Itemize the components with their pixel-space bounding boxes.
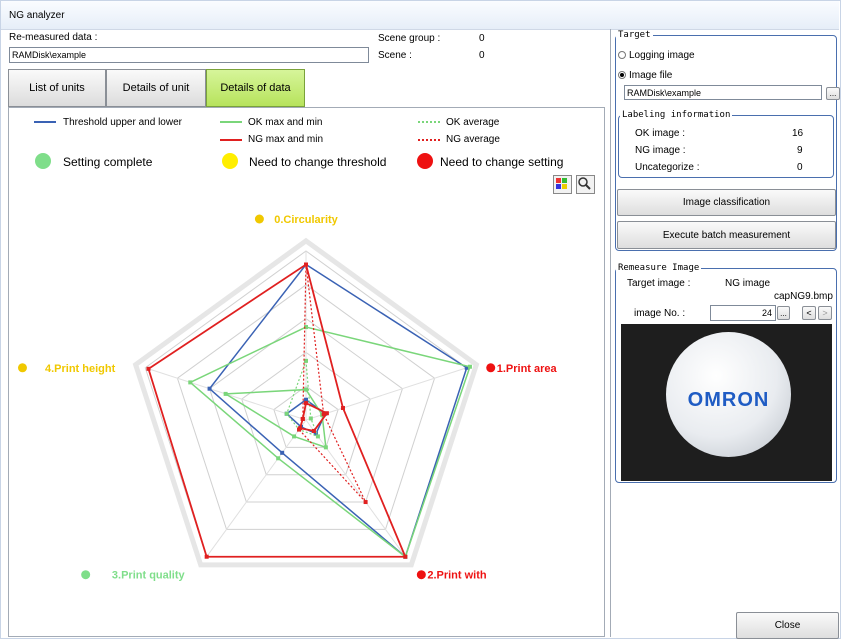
- target-image-label: Target image :: [627, 278, 691, 289]
- scene-value: 0: [479, 50, 485, 61]
- radar-axis-status-dot: [486, 363, 496, 373]
- radar-point-ng-average: [321, 412, 326, 417]
- radar-point-ok-average: [308, 416, 313, 421]
- remeasured-data-label: Re-measured data :: [9, 32, 98, 43]
- radar-point-ok-max-min: [292, 434, 297, 439]
- radar-axis-label: 0.Circularity: [274, 214, 338, 226]
- legend-threshold-label: Threshold upper and lower: [63, 117, 182, 128]
- radar-axis-label: 1.Print area: [497, 363, 558, 375]
- legend-ng-average-label: NG average: [446, 134, 500, 145]
- target-image-value: NG image: [725, 278, 771, 289]
- tab-details-of-unit[interactable]: Details of unit: [106, 69, 206, 107]
- image-no-field[interactable]: 24: [710, 305, 776, 321]
- image-file-label: Image file: [629, 70, 673, 81]
- radar-point-ok-average: [315, 434, 320, 439]
- radar-point-ok-max-min: [467, 364, 472, 369]
- radar-point-ok-max-min: [276, 456, 281, 461]
- image-file-name: capNG9.bmp: [774, 291, 833, 302]
- image-classification-button[interactable]: Image classification: [617, 189, 836, 216]
- radar-spoke: [206, 419, 307, 558]
- legend-ng-average-swatch: [418, 139, 440, 141]
- close-button[interactable]: Close: [736, 612, 839, 639]
- scene-group-value: 0: [479, 33, 485, 44]
- radar-spoke: [305, 367, 467, 421]
- image-file-path[interactable]: RAMDisk\example: [624, 85, 822, 100]
- legend-threshold-swatch: [34, 121, 56, 123]
- logging-image-radio[interactable]: [618, 51, 626, 59]
- scene-group-label: Scene group :: [378, 33, 441, 44]
- execute-batch-measurement-button[interactable]: Execute batch measurement: [617, 221, 836, 249]
- legend-ng-max-min-swatch: [220, 139, 242, 141]
- logging-image-label: Logging image: [629, 50, 695, 61]
- radar-point-threshold: [207, 386, 212, 391]
- radar-point-ng-average: [300, 416, 305, 421]
- legend-ok-max-min-swatch: [220, 121, 242, 123]
- radar-point-ok-max-min: [223, 391, 228, 396]
- remeasured-data-field[interactable]: RAMDisk\example: [9, 47, 369, 63]
- tab-list-of-units[interactable]: List of units: [8, 69, 106, 107]
- radar-point-ng-max-min: [146, 366, 151, 371]
- window-title: NG analyzer: [9, 10, 65, 21]
- ok-image-label: OK image :: [635, 128, 686, 139]
- legend-need-threshold: Need to change threshold: [249, 155, 387, 169]
- next-image-button[interactable]: >: [818, 306, 832, 320]
- radar-axis-status-dot: [416, 570, 426, 580]
- status-threshold-dot: [222, 153, 238, 169]
- omron-logo: OMRON: [687, 389, 770, 411]
- legend-setting-complete: Setting complete: [63, 155, 153, 169]
- tab-details-of-data[interactable]: Details of data: [206, 69, 305, 107]
- radar-point-ng-max-min: [204, 554, 209, 559]
- radar-point-ok-max-min: [188, 380, 193, 385]
- previous-image-button[interactable]: <: [802, 306, 816, 320]
- ok-image-value: 16: [792, 128, 804, 139]
- radar-point-ng-max-min: [311, 428, 316, 433]
- radar-point-ok-max-min: [323, 445, 328, 450]
- radar-axis-label: 4.Print height: [45, 363, 116, 375]
- zoom-icon[interactable]: [576, 175, 595, 194]
- radar-axis-status-dot: [17, 363, 27, 373]
- radar-series-ng-average: [298, 264, 367, 503]
- legend-ok-average-swatch: [418, 121, 440, 123]
- scene-label: Scene :: [378, 50, 412, 61]
- uncategorize-value: 0: [797, 162, 803, 173]
- radar-axis-status-dot: [81, 570, 91, 580]
- radar-point-ng-max-min: [340, 405, 345, 410]
- radar-point-ng-average: [363, 500, 368, 505]
- ng-image-label: NG image :: [635, 145, 686, 156]
- status-complete-dot: [35, 153, 51, 169]
- image-file-radio[interactable]: [618, 71, 626, 79]
- legend-ng-max-min-label: NG max and min: [248, 134, 324, 145]
- image-no-browse-button[interactable]: ...: [777, 306, 790, 320]
- radar-point-ok-max-min: [304, 387, 308, 392]
- legend-need-setting: Need to change setting: [440, 155, 564, 169]
- uncategorize-label: Uncategorize :: [635, 162, 700, 173]
- chart-color-icon[interactable]: [553, 175, 572, 194]
- radar-point-ng-max-min: [304, 401, 308, 406]
- title-bar: NG analyzer: [1, 1, 839, 30]
- radar-point-ng-max-min: [403, 554, 408, 559]
- radar-point-ng-average: [297, 427, 302, 432]
- radar-axis-label: 2.Print with: [427, 570, 487, 582]
- radar-point-ng-average: [304, 262, 308, 267]
- remeasure-image-preview: OMRON: [621, 324, 832, 481]
- radar-axis-status-dot: [254, 214, 264, 224]
- radar-chart: 0.Circularity 1.Print area 2.Print with 3.P…: [17, 214, 558, 582]
- legend-ok-max-min-label: OK max and min: [248, 117, 323, 128]
- radar-point-threshold: [280, 450, 285, 455]
- labeling-group-title: Labeling information: [620, 110, 733, 120]
- legend-ok-average-label: OK average: [446, 117, 500, 128]
- image-no-label: image No. :: [634, 308, 686, 319]
- status-setting-dot: [417, 153, 433, 169]
- ng-image-value: 9: [797, 145, 803, 156]
- panel-divider: [610, 29, 611, 637]
- radar-axis-label: 3.Print quality: [112, 570, 186, 582]
- remeasure-group-title: Remeasure Image: [616, 263, 702, 273]
- radar-point-ok-average: [284, 411, 289, 416]
- image-file-browse-button[interactable]: ...: [826, 87, 840, 100]
- target-group-title: Target: [616, 30, 653, 40]
